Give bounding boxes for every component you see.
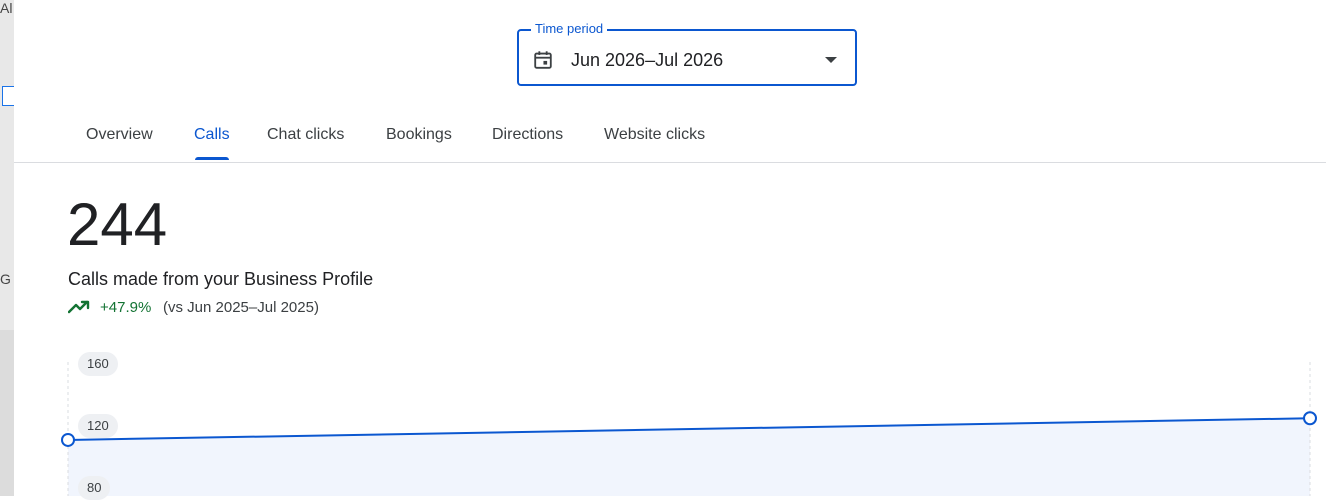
background-text-fragment: G	[0, 271, 11, 287]
y-tick-label: 120	[78, 414, 118, 438]
time-period-select[interactable]: Time period Jun 2026–Jul 2026	[517, 21, 857, 86]
tab-directions[interactable]: Directions	[492, 126, 563, 144]
data-point[interactable]	[61, 432, 75, 447]
trend-percentage: +47.9%	[100, 299, 152, 316]
trend-comparison: (vs Jun 2025–Jul 2025)	[163, 299, 319, 316]
trending-up-icon	[68, 300, 90, 314]
background-text-fragment: Al	[0, 0, 13, 16]
calendar-icon	[534, 51, 552, 69]
tab-website-clicks[interactable]: Website clicks	[604, 126, 705, 144]
tab-bookings[interactable]: Bookings	[386, 126, 452, 144]
calls-chart: 160 120 80	[14, 340, 1326, 500]
chevron-down-icon	[825, 57, 837, 63]
metric-description: Calls made from your Business Profile	[68, 269, 374, 289]
metric-value: 244	[67, 191, 168, 258]
active-tab-indicator	[195, 157, 229, 160]
tab-chat-clicks[interactable]: Chat clicks	[267, 126, 344, 144]
calls-line-chart	[61, 362, 1317, 496]
background-chart-icon	[2, 86, 14, 106]
performance-panel: Time period Jun 2026–Jul 2026 Overview C…	[14, 0, 1326, 500]
tab-overview[interactable]: Overview	[86, 126, 153, 144]
metric-tabs: Overview Calls Chat clicks Bookings Dire…	[14, 112, 1326, 163]
tab-calls[interactable]: Calls	[194, 126, 230, 144]
background-page-edge: Al G	[0, 0, 14, 496]
background-card	[0, 330, 14, 496]
data-point[interactable]	[1303, 411, 1317, 426]
y-tick-label: 160	[78, 352, 118, 376]
y-tick-label: 80	[78, 476, 111, 500]
time-period-label: Time period	[531, 21, 608, 37]
time-period-value: Jun 2026–Jul 2026	[571, 50, 724, 70]
